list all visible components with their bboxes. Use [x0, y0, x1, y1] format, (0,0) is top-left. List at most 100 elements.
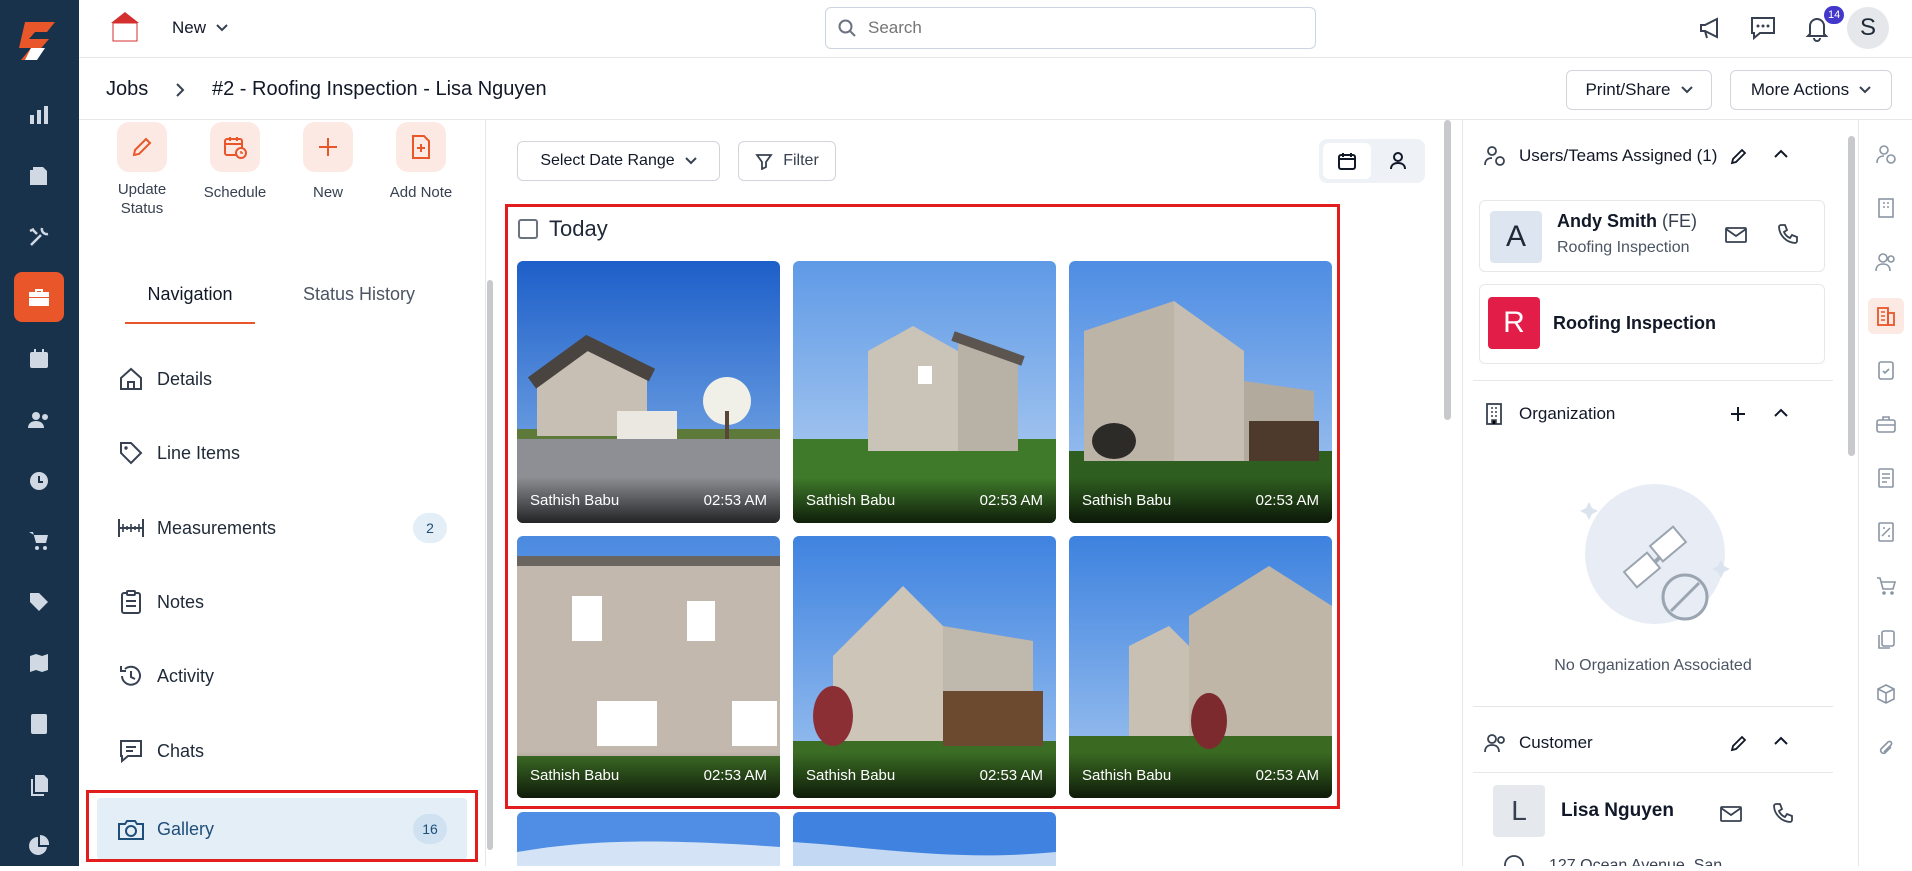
time-icon[interactable] [14, 456, 64, 506]
new-action[interactable]: New [282, 122, 374, 202]
photo-time: 02:53 AM [703, 492, 767, 509]
contacts-icon[interactable] [14, 395, 64, 445]
nav-item-activity[interactable]: Activity [117, 651, 447, 701]
more-actions-button[interactable]: More Actions [1730, 70, 1892, 110]
gallery-photo[interactable]: Sathish Babu 02:53 AM [1069, 261, 1332, 523]
plus-icon[interactable] [1729, 405, 1747, 423]
calendar-icon[interactable] [14, 334, 64, 384]
camera-icon [117, 816, 145, 842]
chevron-down-icon [1859, 86, 1871, 94]
cart-icon[interactable] [14, 516, 64, 566]
email-icon[interactable] [1724, 225, 1748, 245]
add-note-action[interactable]: Add Note [375, 122, 467, 202]
calculator-icon[interactable] [14, 699, 64, 749]
briefcase-icon[interactable] [1868, 406, 1904, 442]
gallery-photo[interactable]: Sathish Babu 02:53 AM [793, 536, 1056, 798]
gallery-photo[interactable]: Sathish Babu 02:53 AM [517, 536, 780, 798]
sky-photo-image [517, 812, 780, 866]
print-share-button[interactable]: Print/Share [1566, 70, 1712, 110]
price-tag-icon[interactable] [14, 577, 64, 627]
phone-icon[interactable] [1777, 223, 1799, 245]
gallery-photo-partial[interactable] [793, 812, 1056, 866]
chevron-up-icon[interactable] [1773, 736, 1789, 746]
assigned-user-name: Andy Smith [1557, 211, 1658, 231]
gallery-count-badge: 16 [413, 814, 447, 844]
app-logo-icon[interactable] [14, 16, 64, 66]
pencil-icon[interactable] [1729, 733, 1749, 753]
tab-status-history[interactable]: Status History [289, 284, 429, 305]
calculator-doc-icon[interactable] [1868, 514, 1904, 550]
documents-icon[interactable] [14, 760, 64, 810]
user-avatar[interactable]: S [1847, 7, 1889, 49]
assigned-user-card[interactable]: A Andy Smith (FE) Roofing Inspection [1479, 200, 1825, 272]
phone-icon[interactable] [1772, 802, 1794, 824]
users-teams-title: Users/Teams Assigned (1) [1519, 146, 1718, 165]
job-left-panel: Update Status Schedule New Add Note Navi… [79, 120, 493, 866]
job-building-icon[interactable] [1868, 298, 1904, 334]
update-status-action[interactable]: Update Status [96, 122, 188, 218]
filter-button[interactable]: Filter [738, 141, 836, 181]
search-box[interactable] [825, 7, 1316, 49]
assigned-team-name: Roofing Inspection [1553, 313, 1716, 333]
pencil-icon[interactable] [1729, 146, 1749, 166]
left-panel-scrollbar[interactable] [487, 280, 493, 850]
invoice-icon[interactable] [1868, 460, 1904, 496]
users-teams-header: Users/Teams Assigned (1) [1483, 136, 1823, 176]
box-icon[interactable] [1868, 676, 1904, 712]
chevron-up-icon[interactable] [1773, 408, 1789, 418]
jobs-icon[interactable] [14, 272, 64, 322]
pencil-icon [117, 122, 167, 172]
reports-pie-icon[interactable] [14, 821, 64, 871]
nav-item-notes[interactable]: Notes [117, 577, 447, 627]
nav-item-line-items[interactable]: Line Items [117, 428, 447, 478]
user-assign-icon[interactable] [1868, 136, 1904, 172]
cart-icon[interactable] [1868, 568, 1904, 604]
date-range-dropdown[interactable]: Select Date Range [517, 141, 720, 181]
chevron-up-icon[interactable] [1773, 149, 1789, 159]
gallery-photo[interactable]: Sathish Babu 02:53 AM [517, 261, 780, 523]
search-input[interactable] [868, 18, 1268, 38]
photo-caption: Sathish Babu 02:53 AM [793, 477, 1056, 523]
clipboard-check-icon[interactable] [1868, 352, 1904, 388]
customer-name[interactable]: Lisa Nguyen [1561, 800, 1674, 822]
copy-icon[interactable] [1868, 622, 1904, 658]
gallery-photo[interactable]: Sathish Babu 02:53 AM [1069, 536, 1332, 798]
nav-item-chats[interactable]: Chats [117, 726, 447, 776]
assigned-team-card[interactable]: R Roofing Inspection [1479, 284, 1825, 364]
estimates-icon[interactable] [14, 151, 64, 201]
calendar-clock-icon [210, 122, 260, 172]
announcements-icon[interactable] [1697, 14, 1725, 42]
date-range-label: Select Date Range [540, 152, 675, 169]
messages-icon[interactable] [1749, 14, 1777, 42]
building-icon[interactable] [1868, 190, 1904, 226]
dashboard-icon[interactable] [14, 90, 64, 140]
photo-time: 02:53 AM [1255, 767, 1319, 784]
right-panel-scrollbar[interactable] [1848, 136, 1855, 456]
sky-photo-image [793, 812, 1056, 866]
gallery-scrollbar[interactable] [1444, 120, 1451, 420]
nav-item-measurements[interactable]: Measurements 2 [117, 503, 447, 553]
job-details-right-panel: Users/Teams Assigned (1) A Andy Smith (F… [1462, 120, 1855, 866]
breadcrumb-jobs-link[interactable]: Jobs [106, 78, 148, 101]
users-group-icon[interactable] [1868, 244, 1904, 280]
company-logo[interactable] [107, 8, 143, 44]
nav-item-gallery[interactable]: Gallery 16 [117, 804, 447, 854]
no-organization-illustration [1580, 484, 1730, 624]
schedule-action[interactable]: Schedule [189, 122, 281, 202]
divider [1473, 706, 1833, 707]
customer-avatar: L [1493, 785, 1545, 837]
tab-navigation[interactable]: Navigation [125, 284, 255, 324]
tools-icon[interactable] [14, 212, 64, 262]
gallery-photo[interactable]: Sathish Babu 02:53 AM [793, 261, 1056, 523]
nav-item-details[interactable]: Details [117, 354, 447, 404]
select-all-today-checkbox[interactable] [518, 219, 538, 239]
paperclip-icon[interactable] [1868, 730, 1904, 766]
new-menu-button[interactable]: New [172, 18, 228, 38]
map-icon[interactable] [14, 638, 64, 688]
gallery-photo-partial[interactable] [517, 812, 780, 866]
history-icon [117, 663, 145, 689]
user-view-toggle[interactable] [1375, 143, 1421, 179]
tag-icon [117, 440, 145, 466]
email-icon[interactable] [1719, 804, 1743, 824]
calendar-view-toggle[interactable] [1323, 143, 1371, 179]
